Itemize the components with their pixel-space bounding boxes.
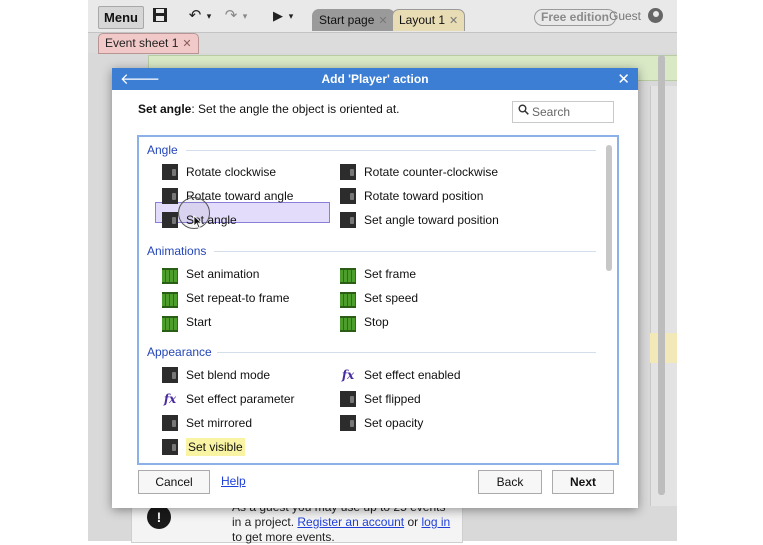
description-name: Set angle — [138, 102, 192, 116]
dialog-header: 🡐 Add 'Player' action ✕ — [112, 68, 638, 90]
animation-icon — [162, 268, 178, 284]
tab-layout-1[interactable]: Layout 1 ✕ — [392, 9, 466, 31]
menu-button[interactable]: Menu — [98, 6, 144, 29]
notice-text: to get more events. — [232, 530, 335, 544]
sprite-icon — [340, 391, 356, 407]
action-label: Set speed — [364, 291, 419, 305]
action-list: Angle Rotate clockwise Rotate counter-cl… — [137, 135, 619, 465]
description-text: : Set the angle the object is oriented a… — [191, 102, 400, 116]
undo-dropdown-icon[interactable]: ▾ — [204, 7, 214, 25]
tab-event-sheet-1[interactable]: Event sheet 1 ✕ — [98, 33, 199, 54]
action-label: Set visible — [186, 438, 245, 456]
next-button[interactable]: Next — [552, 470, 614, 494]
divider — [186, 150, 596, 151]
main-toolbar: Menu ↶ ▾ ↷ ▾ ▶ ▾ Start page ✕ Layout 1 ✕ F… — [88, 0, 677, 33]
redo-dropdown-icon[interactable]: ▾ — [240, 7, 250, 25]
tab-start-page[interactable]: Start page ✕ — [312, 9, 395, 31]
group-angle: Angle — [147, 143, 178, 157]
action-label: Set flipped — [364, 392, 421, 406]
cancel-button[interactable]: Cancel — [138, 470, 210, 494]
sprite-icon — [162, 415, 178, 431]
scrollbar[interactable] — [606, 145, 612, 271]
tab-label: Start page — [319, 13, 375, 27]
user-name: Guest — [609, 9, 642, 23]
log-in-link[interactable]: log in — [421, 515, 450, 529]
back-button[interactable]: Back — [478, 470, 542, 494]
action-description: Set angle: Set the angle the object is o… — [138, 102, 400, 116]
notice-text: or — [407, 515, 419, 529]
action-label: Set effect parameter — [186, 392, 295, 406]
fx-icon: fx — [341, 368, 355, 382]
sprite-icon — [162, 439, 178, 455]
search-icon — [518, 104, 529, 118]
tab-label: Layout 1 — [399, 13, 446, 27]
group-animations: Animations — [147, 244, 207, 258]
pointer-cursor-icon — [193, 215, 203, 232]
sprite-icon — [162, 164, 178, 180]
action-label: Set frame — [364, 267, 417, 281]
tab-label: Event sheet 1 — [105, 36, 179, 50]
divider — [217, 352, 596, 353]
sprite-icon — [162, 367, 178, 383]
play-icon[interactable]: ▶ — [270, 7, 286, 25]
help-link[interactable]: Help — [221, 474, 246, 488]
close-icon[interactable]: ✕ — [617, 70, 630, 88]
fx-icon: fx — [163, 392, 177, 406]
sprite-icon — [162, 212, 178, 228]
undo-icon[interactable]: ↶ — [186, 7, 204, 25]
action-label: Rotate toward position — [364, 189, 484, 203]
scrollbar[interactable] — [658, 55, 665, 495]
avatar-icon[interactable] — [648, 8, 663, 23]
action-label: Set blend mode — [186, 368, 271, 382]
close-icon[interactable]: ✕ — [182, 38, 191, 50]
free-edition-badge[interactable]: Free edition — [534, 9, 617, 26]
action-label: Set animation — [186, 267, 260, 281]
sprite-icon — [340, 188, 356, 204]
sprite-icon — [340, 212, 356, 228]
animation-icon — [340, 268, 356, 284]
action-label: Set repeat-to frame — [186, 291, 290, 305]
action-label: Stop — [364, 315, 389, 329]
action-label: Rotate counter-clockwise — [364, 165, 499, 179]
play-dropdown-icon[interactable]: ▾ — [286, 7, 296, 25]
sprite-icon — [340, 415, 356, 431]
add-action-dialog: 🡐 Add 'Player' action ✕ Set angle: Set t… — [112, 68, 638, 508]
save-icon[interactable] — [150, 7, 170, 25]
sprite-icon — [162, 188, 178, 204]
register-link[interactable]: Register an account — [297, 515, 404, 529]
sprite-icon — [340, 164, 356, 180]
action-label: Rotate clockwise — [186, 165, 277, 179]
action-label: Set mirrored — [186, 416, 253, 430]
close-icon[interactable]: ✕ — [378, 15, 387, 27]
search-input[interactable] — [532, 104, 608, 119]
action-label: Set angle toward position — [364, 213, 499, 227]
animation-icon — [162, 316, 178, 332]
redo-icon[interactable]: ↷ — [222, 7, 240, 25]
animation-icon — [162, 292, 178, 308]
group-appearance: Appearance — [147, 345, 212, 359]
action-label: Set opacity — [364, 416, 424, 430]
divider — [214, 251, 596, 252]
dialog-title: Add 'Player' action — [321, 72, 429, 86]
action-label: Start — [186, 315, 212, 329]
close-icon[interactable]: ✕ — [449, 15, 458, 27]
action-label: Set effect enabled — [364, 368, 461, 382]
animation-icon — [340, 292, 356, 308]
animation-icon — [340, 316, 356, 332]
info-icon: ! — [147, 505, 171, 529]
search-field[interactable] — [512, 101, 614, 123]
